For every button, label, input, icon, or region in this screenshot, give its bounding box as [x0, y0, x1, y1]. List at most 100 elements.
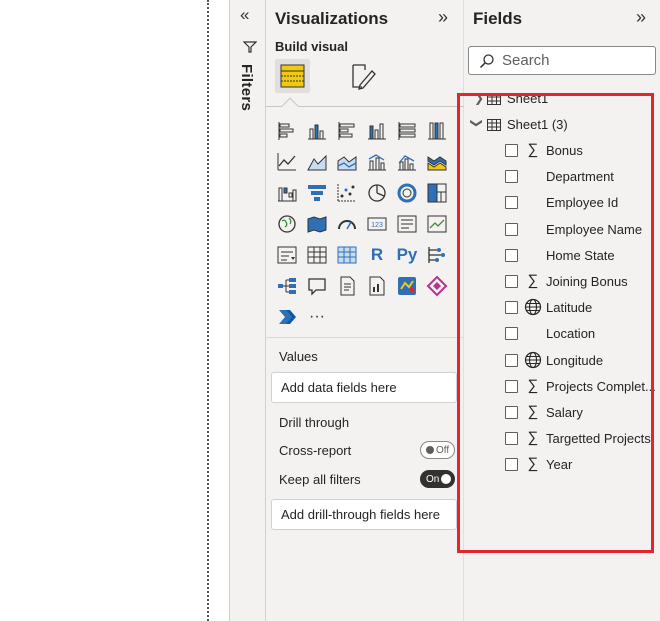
visualizations-pane: Visualizations » Build visual 123 R Py ·… — [266, 0, 464, 621]
field-row[interactable]: ∑ Year — [464, 453, 660, 477]
line-chart-icon[interactable] — [275, 150, 299, 174]
canvas-page-border — [207, 0, 209, 621]
power-apps-icon[interactable] — [425, 274, 449, 298]
field-row[interactable]: ∑ Bonus — [464, 139, 660, 163]
field-row[interactable]: ∑ Targetted Projects — [464, 427, 660, 451]
field-row[interactable]: Employee Id — [464, 191, 660, 215]
field-row[interactable]: Employee Name — [464, 218, 660, 242]
search-icon — [479, 53, 494, 68]
matrix-icon[interactable] — [335, 243, 359, 267]
sigma-icon: ∑ — [527, 376, 539, 394]
field-label: Targetted Projects — [546, 431, 651, 447]
fields-search[interactable] — [468, 46, 656, 75]
field-checkbox[interactable] — [505, 196, 518, 210]
more-visuals-icon[interactable]: ··· — [305, 305, 329, 329]
scatter-icon[interactable] — [335, 181, 359, 205]
cross-report-toggle[interactable]: Off — [420, 441, 455, 459]
field-checkbox[interactable] — [505, 144, 518, 157]
treemap-icon[interactable] — [425, 181, 449, 205]
field-checkbox[interactable] — [505, 170, 518, 184]
keep-all-filters-state: On — [426, 473, 440, 485]
field-checkbox[interactable] — [505, 406, 518, 419]
field-row[interactable]: Department — [464, 165, 660, 189]
funnel-icon — [243, 41, 257, 53]
field-row[interactable]: Latitude — [464, 296, 660, 320]
slicer-icon[interactable] — [275, 243, 299, 267]
field-checkbox[interactable] — [505, 458, 518, 472]
power-automate-icon[interactable] — [275, 305, 299, 329]
chevron-down-icon[interactable]: ❯ — [470, 118, 484, 128]
drill-through-placeholder: Add drill-through fields here — [281, 507, 440, 522]
field-row[interactable]: ∑ Joining Bonus — [464, 270, 660, 294]
100-column-icon[interactable] — [425, 119, 449, 143]
table-node-sheet1-3[interactable]: ❯ Sheet1 (3) — [464, 113, 660, 137]
decomposition-tree-icon[interactable] — [275, 274, 299, 298]
r-visual-icon[interactable]: R — [365, 243, 389, 267]
format-visual-icon — [352, 64, 376, 90]
stacked-bar-icon[interactable] — [275, 119, 299, 143]
build-visual-tab[interactable] — [275, 59, 310, 93]
field-checkbox[interactable] — [505, 222, 518, 236]
python-visual-icon[interactable]: Py — [395, 243, 419, 267]
clustered-column-icon[interactable] — [365, 119, 389, 143]
field-row[interactable]: Home State — [464, 244, 660, 268]
narrative-icon[interactable] — [335, 274, 359, 298]
area-chart-icon[interactable] — [305, 150, 329, 174]
waterfall-icon[interactable] — [275, 181, 299, 205]
table-name: Sheet1 — [507, 91, 549, 106]
field-row[interactable]: ∑ Projects Complet... — [464, 375, 660, 399]
card-icon[interactable]: 123 — [365, 212, 389, 236]
globe-icon — [524, 299, 542, 316]
filled-map-icon[interactable] — [305, 212, 329, 236]
field-checkbox[interactable] — [505, 379, 518, 393]
report-canvas[interactable] — [0, 0, 229, 621]
funnel-icon[interactable] — [305, 181, 329, 205]
field-checkbox[interactable] — [505, 327, 518, 341]
chevron-right-icon[interactable]: ❯ — [474, 91, 484, 105]
active-tab-indicator — [281, 97, 299, 115]
field-label: Department — [546, 169, 614, 185]
expand-fields-icon[interactable]: » — [636, 7, 646, 28]
paginated-report-icon[interactable] — [365, 274, 389, 298]
drill-through-well[interactable]: Add drill-through fields here — [271, 499, 457, 530]
field-checkbox[interactable] — [505, 432, 518, 446]
expand-visualizations-icon[interactable]: » — [438, 7, 448, 28]
100-bar-icon[interactable] — [395, 119, 419, 143]
line-column-icon[interactable] — [365, 150, 389, 174]
field-row[interactable]: ∑ Salary — [464, 401, 660, 425]
field-label: Home State — [546, 247, 615, 263]
map-icon[interactable] — [275, 212, 299, 236]
stacked-column-icon[interactable] — [305, 119, 329, 143]
key-influencers-icon[interactable] — [425, 243, 449, 267]
collapse-filters-icon[interactable]: « — [240, 5, 249, 25]
qa-icon[interactable] — [305, 274, 329, 298]
format-visual-tab[interactable] — [348, 61, 378, 91]
field-checkbox[interactable] — [505, 353, 518, 367]
search-input[interactable] — [502, 52, 642, 69]
section-divider — [266, 337, 464, 338]
table-node-sheet1[interactable]: ❯ Sheet1 — [464, 87, 660, 111]
build-visual-icon — [280, 64, 305, 88]
azure-map-icon[interactable] — [395, 274, 419, 298]
clustered-bar-icon[interactable] — [335, 119, 359, 143]
filters-label[interactable]: Filters — [238, 64, 255, 111]
table-icon[interactable] — [305, 243, 329, 267]
kpi-icon[interactable] — [425, 212, 449, 236]
table-icon — [487, 119, 501, 131]
gauge-icon[interactable] — [335, 212, 359, 236]
stacked-area-icon[interactable] — [335, 150, 359, 174]
line-clustered-column-icon[interactable] — [395, 150, 419, 174]
field-label: Bonus — [546, 143, 583, 158]
ribbon-chart-icon[interactable] — [425, 150, 449, 174]
field-checkbox[interactable] — [505, 248, 518, 262]
field-checkbox[interactable] — [505, 301, 518, 315]
values-well[interactable]: Add data fields here — [271, 372, 457, 403]
field-row[interactable]: Location — [464, 322, 660, 346]
field-row[interactable]: Longitude — [464, 349, 660, 373]
pie-chart-icon[interactable] — [365, 181, 389, 205]
filters-pane[interactable]: « Filters — [229, 0, 266, 621]
donut-chart-icon[interactable] — [395, 181, 419, 205]
multirow-card-icon[interactable] — [395, 212, 419, 236]
keep-all-filters-toggle[interactable]: On — [420, 470, 455, 488]
field-checkbox[interactable] — [505, 275, 518, 288]
